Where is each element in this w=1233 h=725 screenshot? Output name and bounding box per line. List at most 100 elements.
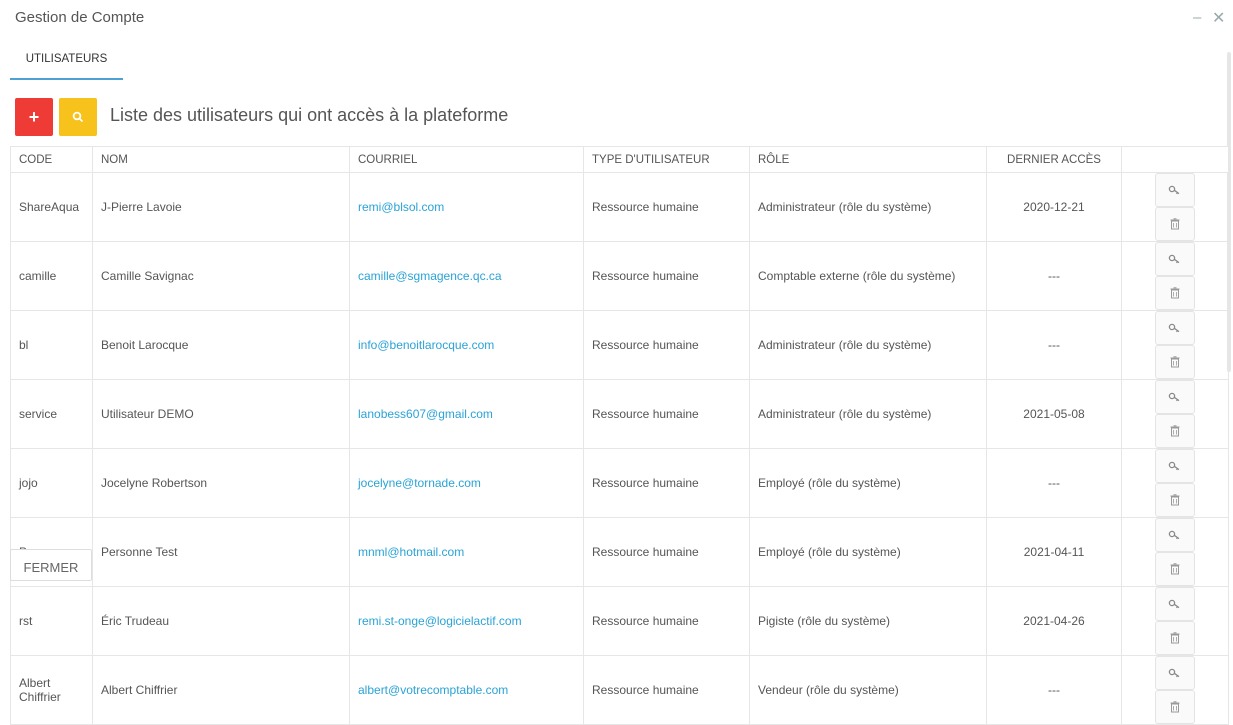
key-icon [1168, 392, 1180, 402]
fermer-button[interactable]: FERMER [10, 549, 92, 581]
table-header-row: CODE NOM COURRIEL TYPE D'UTILISATEUR RÔL… [10, 146, 1229, 173]
cell-role: Administrateur (rôle du système) [749, 310, 987, 380]
cell-actions [1121, 310, 1229, 380]
header-type[interactable]: TYPE D'UTILISATEUR [583, 146, 750, 173]
cell-dernier-acces: --- [986, 310, 1122, 380]
cell-type: Ressource humaine [583, 310, 750, 380]
cell-courriel[interactable]: albert@votrecomptable.com [349, 655, 584, 725]
cell-dernier-acces: 2021-04-11 [986, 517, 1122, 587]
header-nom[interactable]: NOM [92, 146, 350, 173]
cell-nom: Camille Savignac [92, 241, 350, 311]
key-icon [1168, 185, 1180, 195]
delete-button[interactable] [1155, 276, 1195, 310]
tab-bar: UTILISATEURS [10, 44, 1225, 80]
key-icon [1168, 461, 1180, 471]
cell-role: Pigiste (rôle du système) [749, 586, 987, 656]
cell-nom: Benoit Larocque [92, 310, 350, 380]
cell-code: camille [10, 241, 93, 311]
permissions-button[interactable] [1155, 656, 1195, 690]
key-icon [1168, 323, 1180, 333]
trash-icon [1170, 425, 1180, 437]
delete-button[interactable] [1155, 690, 1195, 724]
cell-nom: Personne Test [92, 517, 350, 587]
window-title: Gestion de Compte [15, 9, 145, 26]
close-button[interactable]: ✕ [1212, 8, 1225, 28]
permissions-button[interactable] [1155, 380, 1195, 414]
trash-icon [1170, 701, 1180, 713]
plus-icon: + [28, 106, 40, 127]
delete-button[interactable] [1155, 552, 1195, 586]
table-row[interactable]: PersonnePersonne Testmnml@hotmail.comRes… [10, 517, 1229, 587]
cell-courriel[interactable]: remi.st-onge@logicielactif.com [349, 586, 584, 656]
trash-icon [1170, 287, 1180, 299]
cell-role: Administrateur (rôle du système) [749, 379, 987, 449]
cell-actions [1121, 172, 1229, 242]
cell-nom: J-Pierre Lavoie [92, 172, 350, 242]
table-row[interactable]: service Utilisateur DEMO lanobess607@gmail… [10, 379, 1229, 449]
cell-courriel[interactable]: camille@sgmagence.qc.ca [349, 241, 584, 311]
cell-type: Ressource humaine [583, 655, 750, 725]
trash-icon [1170, 356, 1180, 368]
cell-type: Ressource humaine [583, 448, 750, 518]
cell-courriel[interactable]: info@benoitlarocque.com [349, 310, 584, 380]
list-title: Liste des utilisateurs qui ont accès à l… [110, 105, 509, 125]
cell-actions [1121, 379, 1229, 449]
cell-code: rst [10, 586, 93, 656]
cell-nom: Albert Chiffrier [92, 655, 350, 725]
table-row[interactable]: ShareAqua J-Pierre Lavoie remi@blsol.com Re… [10, 172, 1229, 242]
cell-code: Albert Chiffrier [10, 655, 93, 725]
cell-actions [1121, 517, 1229, 587]
delete-button[interactable] [1155, 414, 1195, 448]
cell-role: Employé (rôle du système) [749, 517, 987, 587]
cell-courriel[interactable]: remi@blsol.com [349, 172, 584, 242]
key-icon [1168, 254, 1180, 264]
cell-courriel[interactable]: mnml@hotmail.com [349, 517, 584, 587]
trash-icon [1170, 494, 1180, 506]
permissions-button[interactable] [1155, 242, 1195, 276]
cell-nom: Utilisateur DEMO [92, 379, 350, 449]
key-icon [1168, 530, 1180, 540]
cell-type: Ressource humaine [583, 172, 750, 242]
add-user-button[interactable]: + [15, 98, 53, 136]
minimize-button[interactable]: – [1193, 9, 1201, 26]
cell-dernier-acces: 2021-05-08 [986, 379, 1122, 449]
cell-dernier-acces: --- [986, 655, 1122, 725]
permissions-button[interactable] [1155, 449, 1195, 483]
table-row[interactable]: Albert Chiffrier Albert Chiffrier albert@v… [10, 655, 1229, 725]
cell-actions [1121, 655, 1229, 725]
delete-button[interactable] [1155, 345, 1195, 379]
header-code[interactable]: CODE [10, 146, 93, 173]
cell-code: jojo [10, 448, 93, 518]
cell-code: ShareAqua [10, 172, 93, 242]
table-row[interactable]: jojo Jocelyne Robertson jocelyne@tornade.c… [10, 448, 1229, 518]
permissions-button[interactable] [1155, 587, 1195, 621]
cell-role: Administrateur (rôle du système) [749, 172, 987, 242]
search-icon [72, 111, 84, 123]
table-row[interactable]: bl Benoit Larocque info@benoitlarocque.com… [10, 310, 1229, 380]
key-icon [1168, 668, 1180, 678]
header-courriel[interactable]: COURRIEL [349, 146, 584, 173]
delete-button[interactable] [1155, 483, 1195, 517]
header-role[interactable]: RÔLE [749, 146, 987, 173]
header-dernier-acces[interactable]: DERNIER ACCÈS [986, 146, 1122, 173]
cell-dernier-acces: 2021-04-26 [986, 586, 1122, 656]
tab-utilisateurs[interactable]: UTILISATEURS [10, 44, 123, 80]
cell-code: service [10, 379, 93, 449]
users-table: CODE NOM COURRIEL TYPE D'UTILISATEUR RÔL… [10, 146, 1229, 725]
trash-icon [1170, 218, 1180, 230]
cell-code: bl [10, 310, 93, 380]
cell-courriel[interactable]: lanobess607@gmail.com [349, 379, 584, 449]
table-row[interactable]: camille Camille Savignac camille@sgmagence… [10, 241, 1229, 311]
cell-type: Ressource humaine [583, 586, 750, 656]
cell-nom: Jocelyne Robertson [92, 448, 350, 518]
table-row[interactable]: rst Éric Trudeau remi.st-onge@logicielacti… [10, 586, 1229, 656]
permissions-button[interactable] [1155, 518, 1195, 552]
cell-actions [1121, 448, 1229, 518]
permissions-button[interactable] [1155, 311, 1195, 345]
delete-button[interactable] [1155, 207, 1195, 241]
permissions-button[interactable] [1155, 173, 1195, 207]
cell-courriel[interactable]: jocelyne@tornade.com [349, 448, 584, 518]
search-button[interactable] [59, 98, 97, 136]
delete-button[interactable] [1155, 621, 1195, 655]
cell-role: Vendeur (rôle du système) [749, 655, 987, 725]
